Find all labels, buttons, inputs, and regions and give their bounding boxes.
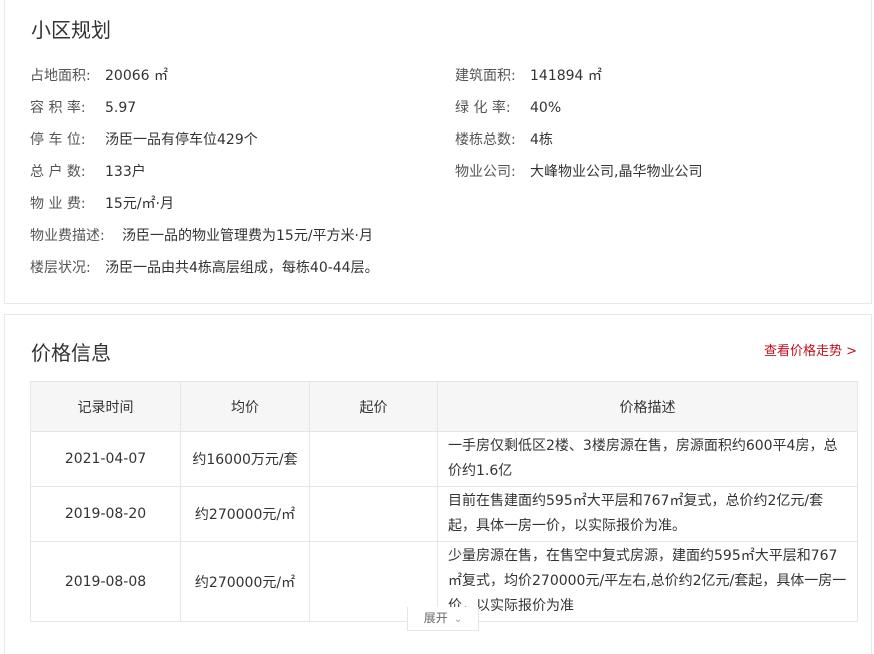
row-desc: 一手房仅剩低区2楼、3楼房源在售，房源面积约600平4房，总 价约1.6亿 <box>437 431 858 487</box>
plan-section-title: 小区规划 <box>31 18 111 42</box>
parking-label: 停 车 位: <box>30 132 86 148</box>
fee-value: 15元/㎡·月 <box>105 196 174 212</box>
table-row: 2021-04-07 约16000万元/套 一手房仅剩低区2楼、3楼房源在售，房… <box>30 431 858 487</box>
row-desc: 少量房源在售，在售空中复式房源，建面约595㎡大平层和767 ㎡复式，均价270… <box>437 541 858 622</box>
plot-ratio-value: 5.97 <box>105 100 137 116</box>
building-area-value: 141894 ㎡ <box>530 68 602 84</box>
row-desc-line: 价，以实际报价为准 <box>448 598 574 614</box>
header-price-desc: 价格描述 <box>437 381 858 432</box>
fee-desc-row: 物业费描述: 汤臣一品的物业管理费为15元/平方米·月 <box>30 225 373 245</box>
header-record-time: 记录时间 <box>30 381 181 432</box>
fee-desc-value: 汤臣一品的物业管理费为15元/平方米·月 <box>122 228 373 244</box>
row-avg-price: 约270000元/㎡ <box>180 486 310 542</box>
land-area-label: 占地面积: <box>30 68 91 84</box>
buildings-value: 4栋 <box>530 132 553 148</box>
floors-value: 汤臣一品由共4栋高层组成，每栋40-44层。 <box>105 260 379 276</box>
property-company-label: 物业公司: <box>455 164 516 180</box>
fee-row: 物 业 费: 15元/㎡·月 <box>30 193 174 213</box>
green-ratio-label: 绿 化 率: <box>455 100 511 116</box>
green-ratio-value: 40% <box>530 100 562 116</box>
parking-value: 汤臣一品有停车位429个 <box>105 132 258 148</box>
property-company-row: 物业公司: 大峰物业公司,晶华物业公司 <box>455 161 702 181</box>
row-date: 2019-08-20 <box>30 486 181 542</box>
fee-label: 物 业 费: <box>30 196 86 212</box>
row-avg-price: 约270000元/㎡ <box>180 541 310 622</box>
property-company-value: 大峰物业公司,晶华物业公司 <box>530 164 703 180</box>
building-area-label: 建筑面积: <box>455 68 516 84</box>
price-section-title: 价格信息 <box>31 341 111 365</box>
row-desc-line: 目前在售建面约595㎡大平层和767㎡复式，总价约2亿元/套 <box>448 493 824 509</box>
row-date: 2021-04-07 <box>30 431 181 487</box>
building-area-row: 建筑面积: 141894 ㎡ <box>455 65 602 85</box>
buildings-row: 楼栋总数: 4栋 <box>455 129 553 149</box>
households-value: 133户 <box>105 164 146 180</box>
parking-row: 停 车 位: 汤臣一品有停车位429个 <box>30 129 258 149</box>
row-start-price <box>309 431 438 487</box>
households-row: 总 户 数: 133户 <box>30 161 146 181</box>
row-desc: 目前在售建面约595㎡大平层和767㎡复式，总价约2亿元/套 起，具体一房一价，… <box>437 486 858 542</box>
row-avg-price: 约16000万元/套 <box>180 431 310 487</box>
expand-label: 展开 <box>423 611 448 625</box>
price-table: 记录时间 均价 起价 价格描述 2021-04-07 约16000万元/套 一手… <box>30 381 858 622</box>
green-ratio-row: 绿 化 率: 40% <box>455 97 561 117</box>
floors-label: 楼层状况: <box>30 260 91 276</box>
row-desc-line: ㎡复式，均价270000元/平左右,总价约2亿元/套起，具体一房一 <box>448 573 847 589</box>
header-start-price: 起价 <box>309 381 438 432</box>
row-desc-line: 起，具体一房一价，以实际报价为准。 <box>448 518 686 534</box>
row-desc-line: 价约1.6亿 <box>448 463 513 479</box>
row-desc-line: 一手房仅剩低区2楼、3楼房源在售，房源面积约600平4房，总 <box>448 438 838 454</box>
households-label: 总 户 数: <box>30 164 86 180</box>
price-trend-link[interactable]: 查看价格走势 > <box>764 340 857 359</box>
row-date: 2019-08-08 <box>30 541 181 622</box>
row-desc-line: 少量房源在售，在售空中复式房源，建面约595㎡大平层和767 <box>448 548 838 564</box>
plot-ratio-label: 容 积 率: <box>30 100 86 116</box>
table-row: 2019-08-20 约270000元/㎡ 目前在售建面约595㎡大平层和767… <box>30 486 858 542</box>
community-plan-panel: 小区规划 占地面积: 20066 ㎡ 建筑面积: 141894 ㎡ 容 积 率: 5.… <box>4 0 872 304</box>
row-start-price <box>309 486 438 542</box>
price-info-panel: 价格信息 查看价格走势 > 记录时间 均价 起价 价格描述 2021-04-07… <box>4 314 872 654</box>
plot-ratio-row: 容 积 率: 5.97 <box>30 97 136 117</box>
chevron-down-icon: ⌄ <box>453 614 463 625</box>
expand-button[interactable]: 展开 ⌄ <box>407 607 479 631</box>
land-area-value: 20066 ㎡ <box>105 68 168 84</box>
floors-row: 楼层状况: 汤臣一品由共4栋高层组成，每栋40-44层。 <box>30 257 379 277</box>
buildings-label: 楼栋总数: <box>455 132 516 148</box>
header-avg-price: 均价 <box>180 381 310 432</box>
price-table-header: 记录时间 均价 起价 价格描述 <box>30 381 858 432</box>
land-area-row: 占地面积: 20066 ㎡ <box>30 65 168 85</box>
fee-desc-label: 物业费描述: <box>30 228 105 244</box>
